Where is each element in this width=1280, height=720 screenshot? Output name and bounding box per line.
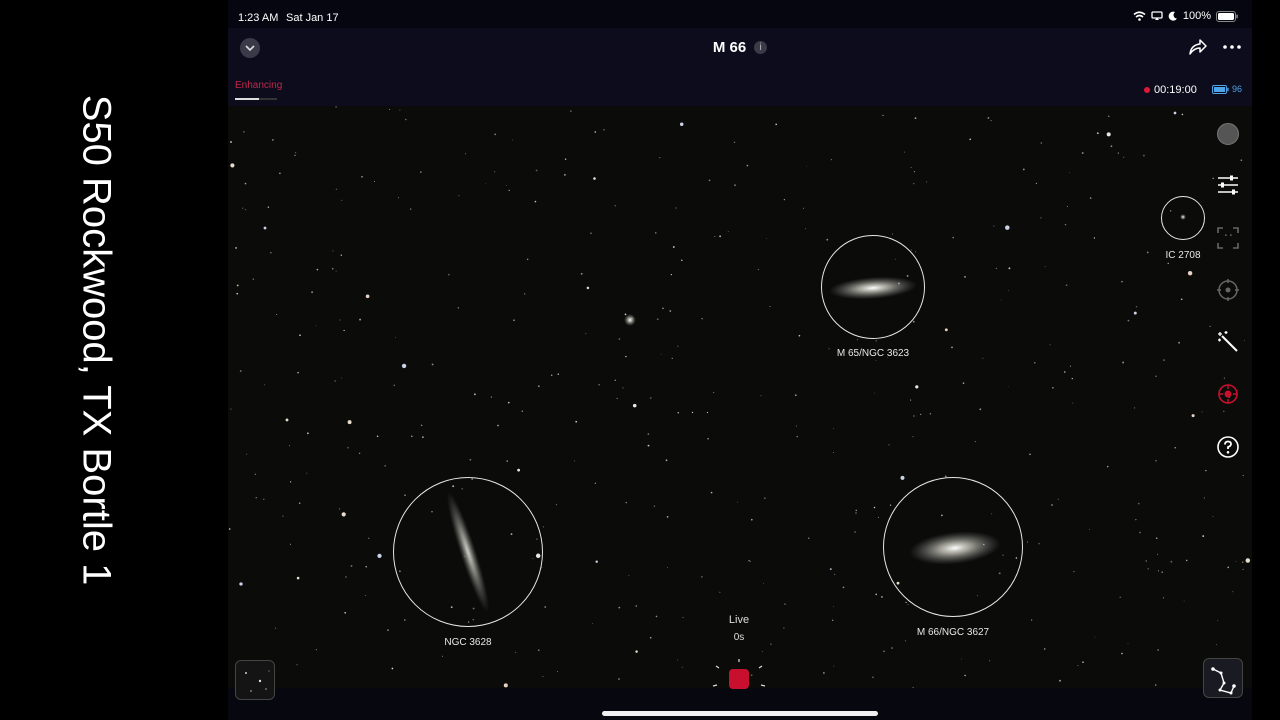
record-time: 00:19:00 (1154, 84, 1197, 96)
ngc3628-label: NGC 3628 (444, 637, 492, 648)
ic2708-marker[interactable] (1161, 196, 1205, 240)
recording-timer: 00:19:00 (1144, 84, 1197, 96)
sky-image[interactable]: IC 2708 M 65/NGC 3623 NGC 3628 M 66/NGC … (228, 106, 1252, 697)
device-battery-icon (1212, 84, 1229, 94)
help-icon[interactable] (1216, 435, 1240, 459)
ic2708-label: IC 2708 (1165, 250, 1201, 261)
nav-bar: M 66 i (228, 28, 1252, 76)
target-name: M 66 (712, 39, 747, 56)
app-screen: 1:23 AM Sat Jan 17 100% M 66 i Enhancing … (228, 0, 1252, 720)
thumbnail-stars (245, 670, 270, 692)
ngc3628-marker[interactable] (393, 477, 543, 627)
status-right: 100% (1133, 10, 1238, 22)
bright-star (624, 314, 636, 326)
status-date: Sat Jan 17 (286, 12, 339, 24)
galaxy-renderings (446, 214, 1186, 613)
location-caption: S50 Rockwood, TX Bortle 1 (74, 94, 119, 586)
record-dot (1144, 87, 1150, 93)
info-icon[interactable]: i (754, 41, 768, 54)
battery-percent: 100% (1182, 10, 1211, 22)
m65-label: M 65/NGC 3623 (836, 348, 910, 359)
target-icon[interactable] (1216, 278, 1240, 302)
device-battery: 96 (1212, 84, 1242, 94)
sky-atlas-button[interactable] (1203, 658, 1243, 698)
stop-capture-button[interactable] (729, 669, 749, 689)
battery-icon (1216, 10, 1238, 22)
m66-marker[interactable] (883, 477, 1023, 617)
more-icon[interactable] (1222, 38, 1242, 56)
gallery-thumbnail[interactable] (235, 660, 275, 700)
capture-mode-label[interactable]: Live (729, 614, 749, 626)
screen-mirror-icon (1151, 11, 1163, 20)
sub-bar: Enhancing 00:19:00 96 (228, 76, 1252, 106)
share-icon[interactable] (1188, 38, 1208, 56)
sliders-icon[interactable] (1216, 174, 1240, 196)
m65-marker[interactable] (821, 235, 925, 339)
constellation-icon (1211, 667, 1236, 695)
m66-label: M 66/NGC 3627 (916, 627, 990, 638)
frame-icon[interactable] (1216, 226, 1240, 250)
wifi-icon (1133, 11, 1146, 21)
page-title: M 66 i (228, 39, 1252, 56)
enhancing-progress-fill (235, 98, 259, 100)
moon-icon (1168, 11, 1177, 21)
status-bar: 1:23 AM Sat Jan 17 100% (228, 0, 1252, 28)
magic-wand-icon[interactable] (1216, 330, 1240, 354)
exposure-toggle[interactable] (1217, 123, 1239, 145)
home-indicator[interactable] (602, 711, 878, 716)
side-caption-panel: S50 Rockwood, TX Bortle 1 (0, 0, 228, 720)
red-target-icon[interactable] (1216, 382, 1240, 406)
capture-duration: 0s (733, 632, 745, 643)
status-time: 1:23 AM (238, 12, 279, 24)
device-battery-level: 96 (1232, 84, 1243, 94)
enhancing-tab[interactable]: Enhancing (235, 80, 282, 91)
